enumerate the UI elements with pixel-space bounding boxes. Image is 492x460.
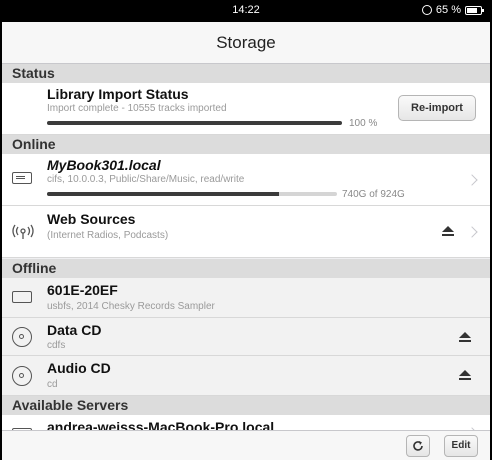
- mybook-usage-bar: [47, 192, 337, 196]
- edit-button[interactable]: Edit: [444, 435, 478, 457]
- storage-screen: 14:22 65 % Storage Status Library Import…: [2, 0, 490, 460]
- clock: 14:22: [232, 4, 260, 16]
- radio-waves-icon: [12, 224, 34, 239]
- bottom-toolbar: Edit: [2, 430, 490, 460]
- offline-item-usb[interactable]: 601E-20EF usbfs, 2014 Chesky Records Sam…: [2, 278, 490, 318]
- mybook-usage-text: 740G of 924G: [342, 189, 405, 200]
- section-header-online: Online: [2, 135, 490, 154]
- mybook-usage-fill: [47, 192, 279, 196]
- page-title: Storage: [216, 33, 276, 52]
- eject-icon[interactable]: [442, 226, 454, 236]
- network-drive-icon: [12, 172, 32, 184]
- chevron-right-icon[interactable]: [466, 174, 478, 186]
- usb-subtitle: usbfs, 2014 Chesky Records Sampler: [47, 301, 215, 312]
- disc-icon: [12, 327, 32, 347]
- usb-drive-icon: [12, 291, 32, 303]
- usb-title: 601E-20EF: [47, 282, 118, 298]
- offline-item-data-cd[interactable]: Data CD cdfs: [2, 318, 490, 356]
- battery-percentage: 65 %: [435, 4, 461, 16]
- offline-item-audio-cd[interactable]: Audio CD cd: [2, 356, 490, 396]
- audio-cd-title: Audio CD: [47, 360, 111, 376]
- section-header-offline: Offline: [2, 259, 490, 278]
- chevron-right-icon[interactable]: [466, 226, 478, 238]
- status-bar: 14:22 65 %: [2, 0, 490, 22]
- online-item-web-sources[interactable]: Web Sources (Internet Radios, Podcasts): [2, 206, 490, 258]
- section-header-servers: Available Servers: [2, 396, 490, 415]
- disc-icon: [12, 366, 32, 386]
- section-header-status: Status: [2, 64, 490, 83]
- library-import-progress: [47, 121, 342, 125]
- library-import-row: Library Import Status Import complete - …: [2, 83, 490, 135]
- web-sources-subtitle: (Internet Radios, Podcasts): [47, 230, 169, 241]
- web-sources-title: Web Sources: [47, 211, 136, 227]
- library-import-progress-fill: [47, 121, 342, 125]
- mybook-subtitle: cifs, 10.0.0.3, Public/Share/Music, read…: [47, 174, 245, 185]
- rotation-lock-icon: [421, 5, 432, 15]
- library-import-subtitle: Import complete - 10555 tracks imported: [47, 103, 227, 114]
- data-cd-title: Data CD: [47, 322, 102, 338]
- battery-icon: [465, 5, 484, 15]
- library-import-title: Library Import Status: [47, 86, 189, 102]
- reimport-button[interactable]: Re-import: [398, 95, 476, 121]
- library-import-progress-text: 100 %: [349, 118, 378, 129]
- nav-bar: Storage: [2, 22, 490, 64]
- eject-icon[interactable]: [459, 332, 471, 342]
- audio-cd-subtitle: cd: [47, 379, 58, 390]
- data-cd-subtitle: cdfs: [47, 340, 66, 351]
- mybook-title: MyBook301.local: [47, 157, 161, 173]
- refresh-icon: [413, 441, 423, 451]
- refresh-button[interactable]: [406, 435, 430, 457]
- eject-icon[interactable]: [459, 370, 471, 380]
- online-item-mybook[interactable]: MyBook301.local cifs, 10.0.0.3, Public/S…: [2, 154, 490, 206]
